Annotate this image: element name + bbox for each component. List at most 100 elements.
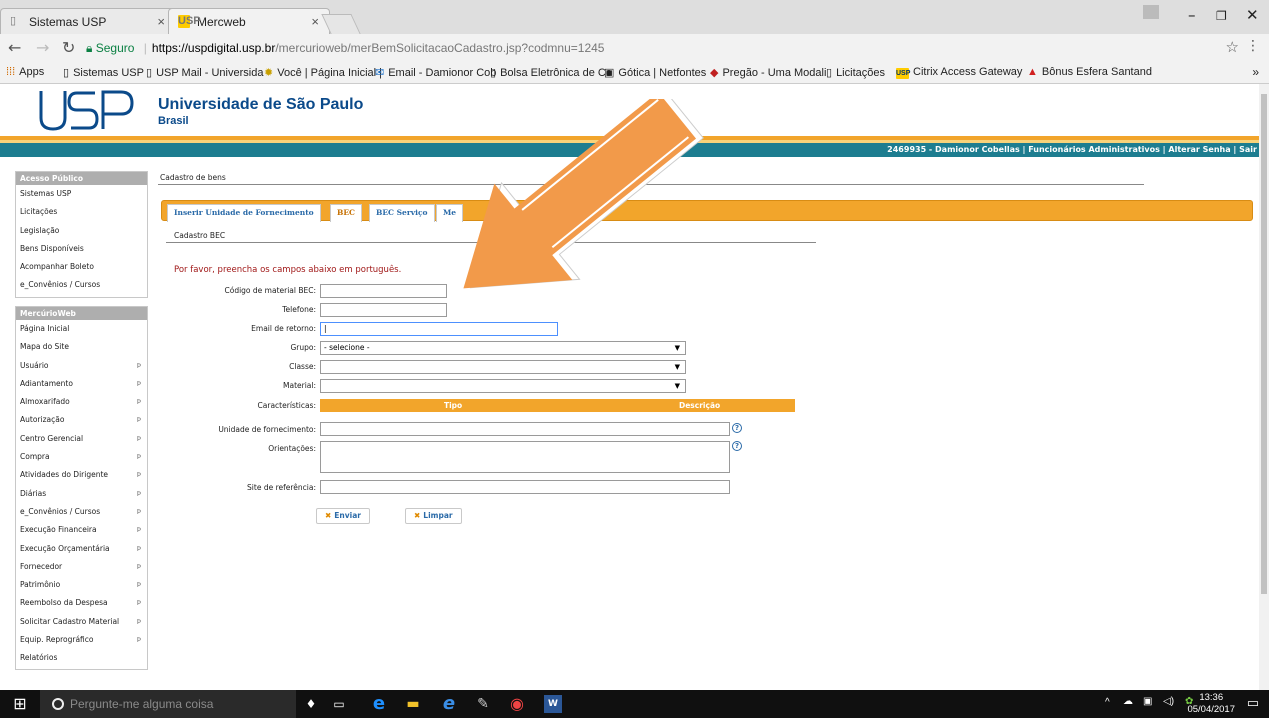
- page-title: Cadastro de bens: [160, 173, 226, 182]
- bookmark-apps[interactable]: ⁞⁞⁞ Apps: [6, 66, 44, 78]
- close-window-icon[interactable]: ✕: [1246, 6, 1259, 24]
- classe-select[interactable]: ▼: [320, 360, 686, 374]
- help-icon[interactable]: ?: [732, 423, 742, 433]
- word-icon[interactable]: W: [544, 695, 562, 713]
- internet-explorer-icon[interactable]: e: [440, 695, 458, 713]
- sidebar-item-atividades-do-dirigente[interactable]: Atividades do Dirigente Þ: [16, 466, 147, 484]
- sidebar-item-relat-rios[interactable]: Relatórios: [16, 649, 147, 667]
- sidebar-item-p-gina-inicial[interactable]: Página Inicial: [16, 320, 147, 338]
- bookmark-email[interactable]: ✉ Email - Damionor Cob: [375, 66, 496, 79]
- site-icon: ✹: [264, 67, 274, 79]
- logout-link[interactable]: Sair: [1239, 145, 1257, 154]
- sidebar-item-solicitar-cadastro-material[interactable]: Solicitar Cadastro Material Þ: [16, 613, 147, 631]
- tab-bec-servico[interactable]: BEC Serviço: [369, 204, 435, 222]
- sidebar-item-autoriza-o[interactable]: Autorização Þ: [16, 411, 147, 429]
- sidebar-item-acompanhar-boleto[interactable]: Acompanhar Boleto: [16, 258, 147, 276]
- submenu-arrow-icon: Þ: [136, 471, 141, 480]
- chrome-icon[interactable]: ◉: [508, 695, 526, 713]
- sidebar-item-reembolso-da-despesa[interactable]: Reembolso da Despesa Þ: [16, 594, 147, 612]
- sidebar-item-fornecedor[interactable]: Fornecedor Þ: [16, 558, 147, 576]
- address-bar[interactable]: 🔒︎ Seguro | https://uspdigital.usp.br/mer…: [86, 38, 1262, 58]
- email-input[interactable]: |: [320, 322, 558, 336]
- browser-tab-mercweb[interactable]: USP Mercweb ×: [168, 8, 330, 34]
- site-referencia-input[interactable]: [320, 480, 730, 494]
- bookmark-pregao[interactable]: ◆ Pregão - Uma Modali: [710, 66, 826, 79]
- tab-bec[interactable]: BEC: [330, 204, 363, 222]
- bookmark-voce[interactable]: ✹ Você | Página Inicial |: [264, 66, 382, 79]
- clock-date: 05/04/2017: [1187, 704, 1235, 715]
- paint-icon[interactable]: ✎: [474, 695, 492, 713]
- windows-start-icon[interactable]: ⊞: [0, 690, 40, 718]
- sidebar-item-almoxarifado[interactable]: Almoxarifado Þ: [16, 393, 147, 411]
- unidade-fornecimento-input[interactable]: [320, 422, 730, 436]
- clock[interactable]: 13:36 05/04/2017: [1187, 692, 1235, 716]
- url-path: /mercurioweb/merBemSolicitacaoCadastro.j…: [275, 41, 605, 55]
- sidebar-item-centro-gerencial[interactable]: Centro Gerencial Þ: [16, 430, 147, 448]
- sidebar-item-e-convenios[interactable]: e_Convênios / Cursos: [16, 276, 147, 294]
- bookmark-licitacoes[interactable]: ▯ Licitações: [826, 66, 885, 79]
- sidebar-item-compra[interactable]: Compra Þ: [16, 448, 147, 466]
- sidebar-item-sistemas-usp[interactable]: Sistemas USP: [16, 185, 147, 203]
- sidebar-public-title: Acesso Público: [16, 172, 147, 185]
- sidebar-item-licitacoes[interactable]: Licitações: [16, 203, 147, 221]
- sidebar-item-execu-o-or-ament-ria[interactable]: Execução Orçamentária Þ: [16, 540, 147, 558]
- close-icon[interactable]: ×: [311, 14, 319, 29]
- sidebar-item-bens-disponiveis[interactable]: Bens Disponíveis: [16, 240, 147, 258]
- bookmark-bonus[interactable]: ▲ Bônus Esfera Santand: [1027, 66, 1152, 78]
- cloud-icon[interactable]: ☁: [1123, 696, 1133, 707]
- sidebar-item-legislacao[interactable]: Legislação: [16, 222, 147, 240]
- dropdown-icon: ▼: [674, 382, 680, 390]
- restore-icon[interactable]: ❐: [1216, 9, 1227, 23]
- scrollbar-thumb[interactable]: [1261, 94, 1267, 594]
- orientacoes-textarea[interactable]: [320, 441, 730, 473]
- enviar-button[interactable]: ✖ Enviar: [316, 508, 370, 524]
- limpar-button[interactable]: ✖ Limpar: [405, 508, 462, 524]
- submenu-arrow-icon: Þ: [136, 617, 141, 626]
- bookmark-usp-mail[interactable]: ▯ USP Mail - Universida: [146, 66, 263, 79]
- taskbar-search[interactable]: Pergunte-me alguma coisa: [40, 690, 296, 718]
- bookmark-citrix[interactable]: USP Citrix Access Gateway: [896, 66, 1022, 79]
- close-icon[interactable]: ×: [157, 14, 165, 29]
- help-icon[interactable]: ?: [732, 441, 742, 451]
- sidebar-item-adiantamento[interactable]: Adiantamento Þ: [16, 375, 147, 393]
- sidebar-item-patrim-nio[interactable]: Patrimônio Þ: [16, 576, 147, 594]
- more-bookmarks-icon[interactable]: »: [1252, 65, 1259, 79]
- grupo-select[interactable]: - selecione - ▼: [320, 341, 686, 355]
- show-hidden-icon[interactable]: ^: [1105, 697, 1110, 708]
- bookmark-star-icon[interactable]: ☆: [1226, 38, 1239, 56]
- caracteristicas-table-header: Tipo Descrição: [320, 399, 795, 412]
- microphone-icon[interactable]: ♦: [302, 695, 320, 713]
- x-icon: ✖: [414, 511, 421, 520]
- bookmark-gotica[interactable]: ▣ Gótica | Netfontes: [604, 66, 706, 79]
- sidebar-item-usu-rio[interactable]: Usuário Þ: [16, 357, 147, 375]
- material-select[interactable]: ▼: [320, 379, 686, 393]
- sidebar-item-e-conv-nios-cursos[interactable]: e_Convênios / Cursos Þ: [16, 503, 147, 521]
- browser-tab-sistemas-usp[interactable]: ▯ Sistemas USP ×: [0, 8, 176, 34]
- minimize-icon[interactable]: –: [1188, 6, 1196, 24]
- submenu-arrow-icon: Þ: [136, 379, 141, 388]
- bookmark-sistemas-usp[interactable]: ▯ Sistemas USP: [63, 66, 144, 79]
- reload-icon[interactable]: ↻: [62, 38, 75, 57]
- telefone-input[interactable]: [320, 303, 447, 317]
- sidebar-item-execu-o-financeira[interactable]: Execução Financeira Þ: [16, 521, 147, 539]
- back-icon[interactable]: ←: [8, 38, 21, 57]
- tab-inserir-unidade[interactable]: Inserir Unidade de Fornecimento: [167, 204, 321, 222]
- sidebar-item-di-rias[interactable]: Diárias Þ: [16, 485, 147, 503]
- codigo-material-input[interactable]: [320, 284, 447, 298]
- file-explorer-icon[interactable]: ▬: [404, 695, 422, 713]
- profile-icon[interactable]: [1143, 5, 1159, 19]
- bookmark-bolsa[interactable]: ▯ Bolsa Eletrônica de Cc: [490, 66, 611, 79]
- sidebar-item-mapa-do-site[interactable]: Mapa do Site: [16, 338, 147, 356]
- volume-icon[interactable]: ◁): [1163, 696, 1174, 707]
- site-icon: ◆: [710, 67, 719, 79]
- notifications-icon[interactable]: ▭: [1247, 696, 1259, 711]
- menu-icon[interactable]: ⋮: [1246, 38, 1260, 54]
- change-password-link[interactable]: Alterar Senha: [1168, 145, 1230, 154]
- edge-icon[interactable]: e: [370, 695, 388, 713]
- task-view-icon[interactable]: ▭: [330, 695, 348, 713]
- network-icon[interactable]: ▣: [1143, 696, 1152, 707]
- forward-icon[interactable]: →: [36, 38, 49, 57]
- sidebar-item-equip-reprogr-fico[interactable]: Equip. Reprográfico Þ: [16, 631, 147, 649]
- clock-time: 13:36: [1199, 692, 1224, 703]
- page-scrollbar[interactable]: [1259, 84, 1269, 690]
